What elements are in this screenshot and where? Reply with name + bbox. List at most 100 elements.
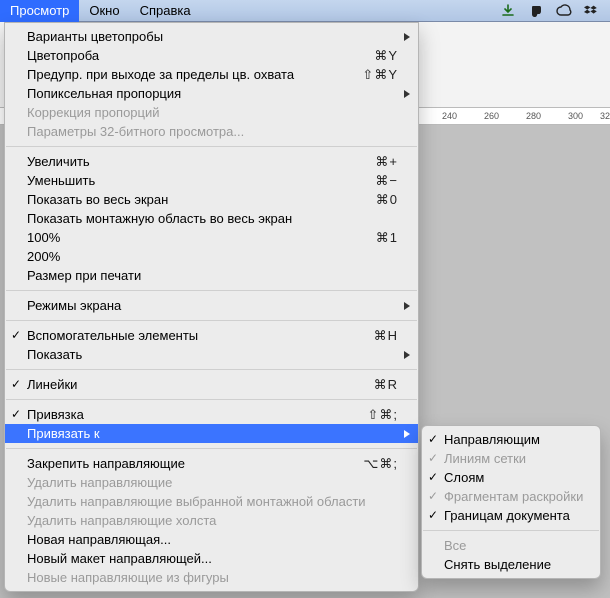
menu-удалить-направляющие-холста: Удалить направляющие холста	[5, 511, 418, 530]
menu-линейки[interactable]: ✓Линейки⌘R	[5, 375, 418, 394]
menu-item-label: Границам документа	[444, 508, 570, 523]
menu-уменьшить[interactable]: Уменьшить ⌘−	[5, 171, 418, 190]
menubar-item-window[interactable]: Окно	[79, 0, 129, 22]
menu-item-label: Закрепить направляющие	[27, 456, 185, 471]
check-icon: ✓	[428, 432, 438, 446]
menu-показать-во-весь-экран[interactable]: Показать во весь экран ⌘0	[5, 190, 418, 209]
menu-параметры-32-битного-просмотра: Параметры 32-битного просмотра...	[5, 122, 418, 141]
menu-удалить-направляющие-выбранной-монтажной: Удалить направляющие выбранной монтажной…	[5, 492, 418, 511]
snap-to-submenu: ✓Направляющим✓Линиям сетки✓Слоям✓Фрагмен…	[421, 425, 601, 579]
menu-item-label: Линейки	[27, 377, 77, 392]
menu-item-label: Увеличить	[27, 154, 90, 169]
menu-item-label: Новые направляющие из фигуры	[27, 570, 229, 585]
menu-item-label: Все	[444, 538, 466, 553]
menu-цветопроба[interactable]: Цветопроба⌘Y	[5, 46, 418, 65]
menu-item-label: 100%	[27, 230, 60, 245]
menu-item-label: Слоям	[444, 470, 484, 485]
menu-item-label: Новый макет направляющей...	[27, 551, 212, 566]
menu-item-label: Варианты цветопробы	[27, 29, 163, 44]
menu-separator	[6, 399, 417, 400]
submenu-фрагментам-раскройки: ✓Фрагментам раскройки	[422, 487, 600, 506]
submenu-снять-выделение[interactable]: Снять выделение	[422, 555, 600, 574]
check-icon: ✓	[11, 328, 21, 342]
menu-закрепить-направляющие[interactable]: Закрепить направляющие ⌥⌘;	[5, 454, 418, 473]
menu-item-label: Вспомогательные элементы	[27, 328, 198, 343]
menubar-item-view[interactable]: Просмотр	[0, 0, 79, 22]
menu-item-label: Показать монтажную область во весь экран	[27, 211, 292, 226]
menu-попиксельная-пропорция[interactable]: Попиксельная пропорция	[5, 84, 418, 103]
menu-100[interactable]: 100% ⌘1	[5, 228, 418, 247]
download-icon[interactable]	[500, 4, 516, 18]
menu-показать[interactable]: Показать	[5, 345, 418, 364]
menu-варианты-цветопробы[interactable]: Варианты цветопробы	[5, 27, 418, 46]
check-icon: ✓	[428, 470, 438, 484]
menu-item-label: Линиям сетки	[444, 451, 526, 466]
menu-предупр-при-выходе-за-пределы-цв-охвата[interactable]: Предупр. при выходе за пределы цв. охват…	[5, 65, 418, 84]
menubar-item-help[interactable]: Справка	[130, 0, 201, 22]
menu-item-label: Удалить направляющие холста	[27, 513, 216, 528]
submenu-слоям[interactable]: ✓ Слоям	[422, 468, 600, 487]
menu-item-label: Показать во весь экран	[27, 192, 168, 207]
chevron-right-icon	[404, 302, 410, 310]
submenu-границам-документа[interactable]: ✓ Границам документа	[422, 506, 600, 525]
menu-вспомогательные-элементы[interactable]: ✓Вспомогательные элементы⌘H	[5, 326, 418, 345]
menu-item-shortcut: ⌘0	[376, 192, 398, 208]
menu-separator	[6, 320, 417, 321]
menu-item-shortcut: ⌘1	[376, 230, 398, 246]
menu-размер-при-печати[interactable]: Размер при печати	[5, 266, 418, 285]
chevron-right-icon	[404, 430, 410, 438]
menu-item-label: Удалить направляющие выбранной монтажной…	[27, 494, 366, 509]
menu-привязать-к[interactable]: Привязать к	[5, 424, 418, 443]
menu-separator	[6, 290, 417, 291]
menu-separator	[6, 146, 417, 147]
menu-item-label: Коррекция пропорций	[27, 105, 160, 120]
menu-item-label: Показать	[27, 347, 82, 362]
submenu-все: Все	[422, 536, 600, 555]
evernote-icon[interactable]	[528, 4, 544, 18]
view-menu: Варианты цветопробы Цветопроба⌘Y Предупр. …	[4, 22, 419, 592]
menu-item-label: Снять выделение	[444, 557, 551, 572]
menu-item-label: Цветопроба	[27, 48, 99, 63]
menu-separator	[6, 448, 417, 449]
menu-новая-направляющая[interactable]: Новая направляющая...	[5, 530, 418, 549]
menu-показать-монтажную-область-во-весь-экран[interactable]: Показать монтажную область во весь экран	[5, 209, 418, 228]
submenu-линиям-сетки: ✓ Линиям сетки	[422, 449, 600, 468]
menu-новый-макет-направляющей[interactable]: Новый макет направляющей...	[5, 549, 418, 568]
menu-separator	[423, 530, 599, 531]
menu-item-label: Попиксельная пропорция	[27, 86, 181, 101]
menu-item-label: 200%	[27, 249, 60, 264]
menu-новые-направляющие-из-фигуры: Новые направляющие из фигуры	[5, 568, 418, 587]
menu-item-label: Направляющим	[444, 432, 540, 447]
menu-item-label: Новая направляющая...	[27, 532, 171, 547]
menu-item-label: Удалить направляющие	[27, 475, 172, 490]
menu-режимы-экрана[interactable]: Режимы экрана	[5, 296, 418, 315]
menu-item-shortcut: ⌥⌘;	[363, 456, 398, 472]
menu-увеличить[interactable]: Увеличить ⌘+	[5, 152, 418, 171]
dropbox-icon[interactable]	[584, 4, 600, 18]
menu-item-shortcut: ⌘+	[375, 154, 398, 170]
menubar: Просмотр Окно Справка	[0, 0, 610, 22]
menu-привязка[interactable]: ✓ Привязка ⇧⌘;	[5, 405, 418, 424]
chevron-right-icon	[404, 351, 410, 359]
menu-item-shortcut: ⌘−	[375, 173, 398, 189]
check-icon: ✓	[11, 407, 21, 421]
creative-cloud-icon[interactable]	[556, 4, 572, 18]
menu-item-label: Уменьшить	[27, 173, 95, 188]
chevron-right-icon	[404, 90, 410, 98]
menu-item-label: Привязать к	[27, 426, 100, 441]
menu-item-shortcut: ⇧⌘;	[367, 407, 398, 423]
menu-200[interactable]: 200%	[5, 247, 418, 266]
menu-item-label: Фрагментам раскройки	[444, 489, 583, 504]
menu-item-shortcut: ⌘R	[374, 377, 398, 393]
chevron-right-icon	[404, 33, 410, 41]
menu-item-shortcut: ⇧⌘Y	[362, 67, 398, 83]
menu-item-label: Предупр. при выходе за пределы цв. охват…	[27, 67, 294, 82]
check-icon: ✓	[428, 508, 438, 522]
menu-item-label: Режимы экрана	[27, 298, 121, 313]
menu-separator	[6, 369, 417, 370]
menu-item-label: Параметры 32-битного просмотра...	[27, 124, 244, 139]
menu-item-label: Привязка	[27, 407, 84, 422]
submenu-направляющим[interactable]: ✓ Направляющим	[422, 430, 600, 449]
check-icon: ✓	[428, 451, 438, 465]
menu-коррекция-пропорций: Коррекция пропорций	[5, 103, 418, 122]
